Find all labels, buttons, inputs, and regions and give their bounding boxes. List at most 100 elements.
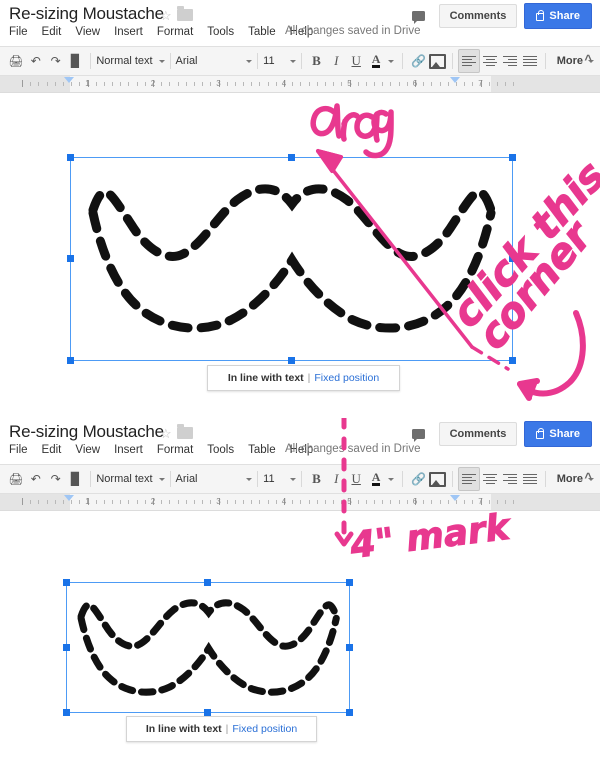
ruler-tick xyxy=(431,82,433,86)
menu-item-view[interactable]: View xyxy=(75,442,108,458)
insert-image-icon[interactable] xyxy=(428,50,448,72)
bold-button[interactable]: B xyxy=(307,468,327,490)
page-title[interactable]: Re-sizing Moustache xyxy=(9,4,164,24)
align-right-icon[interactable] xyxy=(500,50,520,72)
underline-button[interactable]: U xyxy=(346,468,366,490)
menu-item-file[interactable]: File xyxy=(9,24,36,40)
moustache-image[interactable] xyxy=(67,583,351,714)
redo-icon[interactable]: ↷ xyxy=(46,468,66,490)
share-button[interactable]: Share xyxy=(524,421,592,447)
fixed-position-option[interactable]: Fixed position xyxy=(232,723,297,735)
ruler-tick xyxy=(496,82,498,86)
print-icon[interactable]: 🖨 xyxy=(6,50,26,72)
link-icon[interactable]: 🔗 xyxy=(408,50,428,72)
align-justify-icon[interactable] xyxy=(520,468,540,490)
paint-format-icon[interactable]: ▉ xyxy=(66,50,86,72)
align-right-icon[interactable] xyxy=(500,468,520,490)
font-family-select[interactable]: Arial xyxy=(176,469,253,489)
collapse-toolbar-icon[interactable]: ^ xyxy=(584,51,592,69)
comments-button[interactable]: Comments xyxy=(438,422,518,446)
moustache-image[interactable] xyxy=(71,158,514,362)
resize-handle-ne[interactable] xyxy=(509,154,516,161)
menu-item-table[interactable]: Table xyxy=(248,442,284,458)
ruler-tick xyxy=(341,82,343,86)
resize-handle-ne[interactable] xyxy=(346,579,353,586)
align-center-icon[interactable] xyxy=(480,50,500,72)
left-indent-marker[interactable] xyxy=(64,495,74,501)
image-selection-box[interactable] xyxy=(63,579,353,716)
ruler[interactable]: 1 2 3 4 5 6 7 xyxy=(0,76,600,93)
link-icon[interactable]: 🔗 xyxy=(408,468,428,490)
align-justify-icon[interactable] xyxy=(520,50,540,72)
text-color-chevron-down-icon[interactable] xyxy=(386,468,397,490)
left-indent-marker[interactable] xyxy=(64,77,74,83)
resize-handle-s[interactable] xyxy=(204,709,211,716)
text-color-chevron-down-icon[interactable] xyxy=(386,50,397,72)
bold-button[interactable]: B xyxy=(307,50,327,72)
folder-icon[interactable] xyxy=(177,6,193,21)
inline-with-text-option[interactable]: In line with text xyxy=(146,723,222,735)
undo-icon[interactable]: ↶ xyxy=(26,50,46,72)
underline-button[interactable]: U xyxy=(346,50,366,72)
menu-item-file[interactable]: File xyxy=(9,442,36,458)
paint-format-icon[interactable]: ▉ xyxy=(66,468,86,490)
font-size-select[interactable]: 11 xyxy=(263,51,296,71)
menu-item-insert[interactable]: Insert xyxy=(114,442,151,458)
redo-icon[interactable]: ↷ xyxy=(46,50,66,72)
ruler-tick xyxy=(161,82,163,86)
image-selection-box[interactable] xyxy=(67,154,516,364)
fixed-position-option[interactable]: Fixed position xyxy=(314,372,379,384)
resize-handle-n[interactable] xyxy=(287,154,295,161)
text-color-button[interactable]: A xyxy=(366,50,386,72)
inline-with-text-option[interactable]: In line with text xyxy=(228,372,304,384)
paragraph-style-select[interactable]: Normal text xyxy=(96,51,165,71)
ruler[interactable]: 1 2 3 4 5 6 7 xyxy=(0,494,600,511)
align-left-icon[interactable] xyxy=(458,49,481,73)
font-family-select[interactable]: Arial xyxy=(176,51,253,71)
menu-item-format[interactable]: Format xyxy=(157,442,201,458)
align-left-icon[interactable] xyxy=(458,467,481,491)
menu-item-insert[interactable]: Insert xyxy=(114,24,151,40)
right-indent-marker[interactable] xyxy=(449,77,460,83)
star-icon[interactable]: ☆ xyxy=(160,427,172,440)
resize-handle-n[interactable] xyxy=(204,579,211,586)
right-indent-marker[interactable] xyxy=(449,495,460,501)
star-icon[interactable]: ☆ xyxy=(160,9,172,22)
comment-bubble-icon[interactable] xyxy=(406,5,432,27)
comment-bubble-icon[interactable] xyxy=(406,423,432,445)
italic-button[interactable]: I xyxy=(326,468,346,490)
menu-item-format[interactable]: Format xyxy=(157,24,201,40)
align-center-icon[interactable] xyxy=(480,468,500,490)
page-title[interactable]: Re-sizing Moustache xyxy=(9,422,164,442)
text-color-button[interactable]: A xyxy=(366,468,386,490)
resize-handle-sw[interactable] xyxy=(63,709,70,716)
print-icon[interactable]: 🖨 xyxy=(6,468,26,490)
resize-handle-se[interactable] xyxy=(346,709,353,716)
resize-handle-sw[interactable] xyxy=(67,357,74,364)
resize-handle-e[interactable] xyxy=(346,643,353,651)
resize-handle-w[interactable] xyxy=(63,643,70,651)
position-separator: | xyxy=(307,372,311,384)
ruler-tick xyxy=(103,82,105,86)
comments-button[interactable]: Comments xyxy=(438,4,518,28)
font-size-select[interactable]: 11 xyxy=(263,469,296,489)
resize-handle-e[interactable] xyxy=(509,255,516,262)
resize-handle-se[interactable] xyxy=(509,357,516,364)
menu-item-edit[interactable]: Edit xyxy=(42,24,70,40)
resize-handle-nw[interactable] xyxy=(67,154,74,161)
resize-handle-w[interactable] xyxy=(67,255,74,262)
menu-item-tools[interactable]: Tools xyxy=(207,442,242,458)
insert-image-icon[interactable] xyxy=(428,468,448,490)
undo-icon[interactable]: ↶ xyxy=(26,468,46,490)
menu-item-table[interactable]: Table xyxy=(248,24,284,40)
paragraph-style-select[interactable]: Normal text xyxy=(96,469,165,489)
italic-button[interactable]: I xyxy=(326,50,346,72)
resize-handle-s[interactable] xyxy=(287,357,295,364)
collapse-toolbar-icon[interactable]: ^ xyxy=(584,469,592,487)
menu-item-view[interactable]: View xyxy=(75,24,108,40)
menu-item-tools[interactable]: Tools xyxy=(207,24,242,40)
folder-icon[interactable] xyxy=(177,424,193,439)
menu-item-edit[interactable]: Edit xyxy=(42,442,70,458)
resize-handle-nw[interactable] xyxy=(63,579,70,586)
share-button[interactable]: Share xyxy=(524,3,592,29)
